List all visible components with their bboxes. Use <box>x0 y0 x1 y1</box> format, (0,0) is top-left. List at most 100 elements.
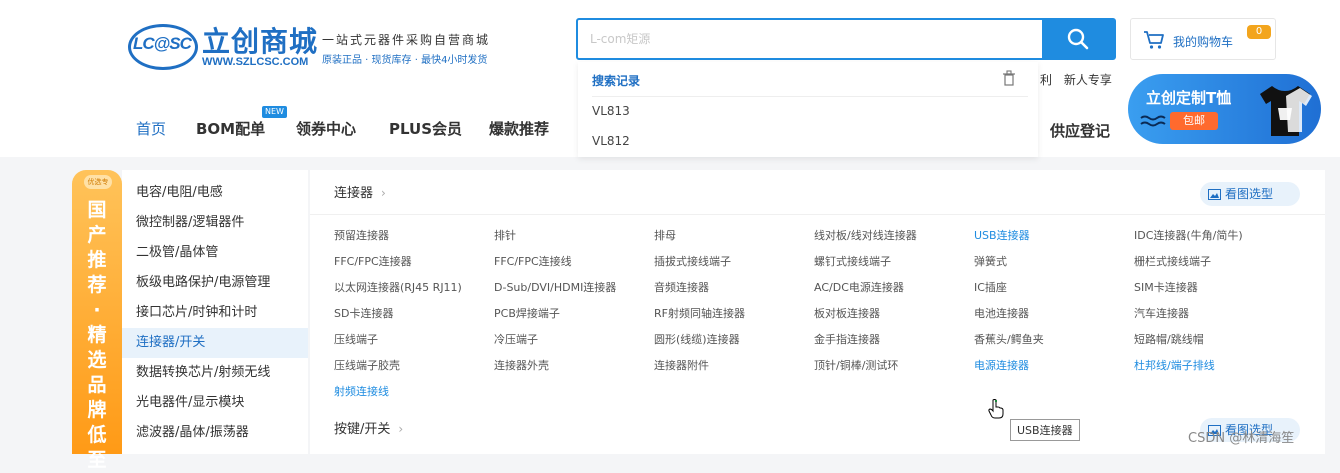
subcategory-link[interactable]: 杜邦线/端子排线 <box>1134 357 1215 373</box>
subcategory-link[interactable]: 插拔式接线端子 <box>654 253 731 269</box>
subcategory-link[interactable]: 以太网连接器(RJ45 RJ11) <box>334 279 462 295</box>
cart-count-badge: 0 <box>1247 25 1271 39</box>
promo-links: 利 新人专享 <box>1040 71 1120 88</box>
subcategory-link[interactable]: 弹簧式 <box>974 253 1007 269</box>
category-item[interactable]: 板级电路保护/电源管理 <box>122 268 308 298</box>
category-item[interactable]: 数据转换芯片/射频无线 <box>122 358 308 388</box>
subcategory-panel: 连接器 › 看图选型 预留连接器 排针 排母 线对板/线对线连接器 USB连接器 IDC连接… <box>310 170 1325 454</box>
subcategory-link[interactable]: 预留连接器 <box>334 227 389 243</box>
side-banner-tag: 优选专 <box>84 175 112 189</box>
category-item[interactable]: 微控制器/逻辑器件 <box>122 208 308 238</box>
subcategory-link[interactable]: 压线端子 <box>334 331 378 347</box>
nav-item-plus[interactable]: PLUS会员 <box>389 118 462 139</box>
category-item[interactable]: 滤波器/晶体/振荡器 <box>122 418 308 448</box>
chevron-right-icon: › <box>398 422 404 436</box>
search-history-item[interactable]: VL813 <box>592 104 630 118</box>
search-box <box>576 18 1116 60</box>
site-logo[interactable]: LC@SC 立创商城 WWW.SZLCSC.COM <box>128 20 318 76</box>
subcategory-link[interactable]: D-Sub/DVI/HDMI连接器 <box>494 279 616 295</box>
subcategory-link[interactable]: USB连接器 <box>974 227 1030 243</box>
tooltip: USB连接器 <box>1010 419 1080 441</box>
logo-url: WWW.SZLCSC.COM <box>202 56 309 68</box>
subcategory-link[interactable]: 排母 <box>654 227 676 243</box>
nav-item-hot[interactable]: 爆款推荐 <box>489 118 549 139</box>
search-history-item[interactable]: VL812 <box>592 134 630 148</box>
nav-item-home[interactable]: 首页 <box>136 118 166 139</box>
banner-free-shipping-button[interactable]: 包邮 <box>1170 112 1218 130</box>
nav-item-supply[interactable]: 供应登记 <box>1050 120 1110 141</box>
subcategory-link[interactable]: 电源连接器 <box>974 357 1029 373</box>
panel-title-2: 按键/开关 <box>334 422 391 437</box>
category-item[interactable]: 二极管/晶体管 <box>122 238 308 268</box>
panel-title: 连接器 <box>334 186 374 201</box>
category-item[interactable]: 光电器件/显示模块 <box>122 388 308 418</box>
slogan: 一站式元器件采购自营商城 原装正品 · 现货库存 · 最快4小时发货 <box>322 31 490 66</box>
promo-link-newcomer[interactable]: 新人专享 <box>1064 73 1112 87</box>
dropdown-divider <box>592 96 1028 97</box>
subcategory-link[interactable]: 螺钉式接线端子 <box>814 253 891 269</box>
side-banner-text: 国产推荐·精选品牌低至 <box>87 199 107 471</box>
subcategory-link[interactable]: FFC/FPC连接线 <box>494 253 572 269</box>
logo-badge-text: LC@SC <box>133 34 192 53</box>
side-promo-banner[interactable]: 优选专 国产推荐·精选品牌低至 <box>72 170 122 471</box>
search-button[interactable] <box>1042 20 1114 58</box>
new-badge: NEW <box>262 106 287 118</box>
slogan-sub: 原装正品 · 现货库存 · 最快4小时发货 <box>322 55 488 66</box>
subcategory-link[interactable]: 射频连接线 <box>334 383 389 399</box>
subcategory-link[interactable]: 板对板连接器 <box>814 305 880 321</box>
subcategory-link[interactable]: 圆形(线缆)连接器 <box>654 331 740 347</box>
category-item[interactable]: 电容/电阻/电感 <box>122 178 308 208</box>
subcategory-link[interactable]: 香蕉头/鳄鱼夹 <box>974 331 1044 347</box>
search-icon <box>1067 28 1089 50</box>
image-select-button[interactable]: 看图选型 <box>1200 182 1300 206</box>
logo-badge: LC@SC <box>128 24 198 70</box>
cart-label: 我的购物车 <box>1173 35 1234 49</box>
wave-icon <box>1140 115 1166 127</box>
subcategory-link[interactable]: 短路帽/跳线帽 <box>1134 331 1204 347</box>
category-menu: 电容/电阻/电感 微控制器/逻辑器件 二极管/晶体管 板级电路保护/电源管理 接… <box>122 170 308 454</box>
subcategory-link[interactable]: 金手指连接器 <box>814 331 880 347</box>
subcategory-link[interactable]: 栅栏式接线端子 <box>1134 253 1211 269</box>
panel-title-link[interactable]: 连接器 › <box>334 182 386 201</box>
subcategory-link[interactable]: RF射频同轴连接器 <box>654 305 745 321</box>
panel-title-link-2[interactable]: 按键/开关 › <box>334 418 403 437</box>
subcategory-link[interactable]: 排针 <box>494 227 516 243</box>
subcategory-link[interactable]: 连接器外壳 <box>494 357 549 373</box>
logo-name: 立创商城 <box>202 25 319 58</box>
chevron-right-icon: › <box>381 186 386 200</box>
nav-item-coupon[interactable]: 领券中心 <box>296 118 356 139</box>
subcategory-link[interactable]: SIM卡连接器 <box>1134 279 1198 295</box>
hand-cursor-icon <box>988 399 1004 419</box>
subcategory-link[interactable]: 顶针/铜棒/测试环 <box>814 357 898 373</box>
subcategory-link[interactable]: PCB焊接端子 <box>494 305 560 321</box>
promo-link-1[interactable]: 利 <box>1040 73 1052 87</box>
subcategory-link[interactable]: 汽车连接器 <box>1134 305 1189 321</box>
subcategory-link[interactable]: 音频连接器 <box>654 279 709 295</box>
search-input[interactable] <box>578 20 1044 58</box>
subcategory-link[interactable]: AC/DC电源连接器 <box>814 279 904 295</box>
category-item[interactable]: 接口芯片/时钟和计时 <box>122 298 308 328</box>
tshirt-icon <box>1260 86 1312 136</box>
watermark: CSDN @林清海笙 <box>1188 431 1295 446</box>
tshirt-banner[interactable]: 立创定制T恤 包邮 <box>1128 74 1321 144</box>
search-history-dropdown: 搜索记录 VL813 VL812 <box>578 62 1038 157</box>
cart-button[interactable]: 我的购物车 0 <box>1130 18 1276 60</box>
search-history-title: 搜索记录 <box>592 74 641 88</box>
panel-divider <box>310 214 1325 215</box>
category-item-connectors[interactable]: 连接器/开关 <box>122 328 308 358</box>
subcategory-link[interactable]: SD卡连接器 <box>334 305 393 321</box>
slogan-main: 一站式元器件采购自营商城 <box>322 33 491 47</box>
nav-item-bom[interactable]: BOM配单 <box>196 118 265 139</box>
subcategory-link[interactable]: 冷压端子 <box>494 331 538 347</box>
subcategory-link[interactable]: 线对板/线对线连接器 <box>814 227 917 243</box>
subcategory-link[interactable]: 连接器附件 <box>654 357 709 373</box>
cart-icon <box>1144 31 1164 49</box>
subcategory-link[interactable]: 压线端子胶壳 <box>334 357 400 373</box>
image-icon <box>1208 189 1221 200</box>
trash-icon[interactable] <box>1002 70 1016 86</box>
image-select-label: 看图选型 <box>1225 187 1274 201</box>
subcategory-link[interactable]: IC插座 <box>974 279 1007 295</box>
subcategory-link[interactable]: FFC/FPC连接器 <box>334 253 412 269</box>
subcategory-link[interactable]: 电池连接器 <box>974 305 1029 321</box>
subcategory-link[interactable]: IDC连接器(牛角/简牛) <box>1134 227 1243 243</box>
